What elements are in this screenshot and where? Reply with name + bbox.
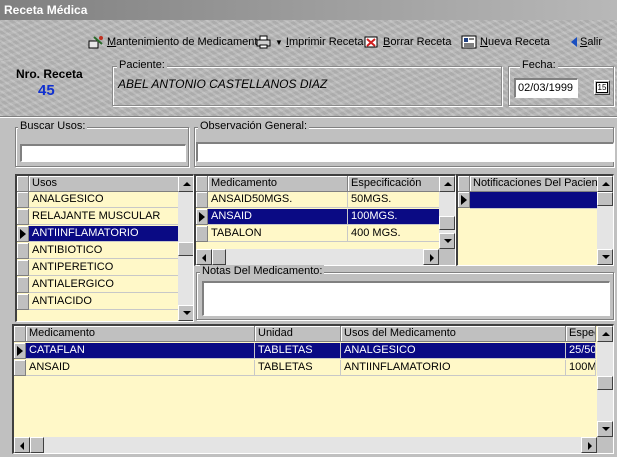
- col-usos-header[interactable]: Usos del Medicamento: [341, 326, 566, 342]
- scroll-down-button[interactable]: [597, 421, 613, 437]
- receta-hscroll[interactable]: [14, 437, 597, 453]
- notas-label: Notas Del Medicamento:: [200, 265, 325, 277]
- observacion-input[interactable]: [196, 142, 614, 162]
- mantenimiento-button[interactable]: Mantenimiento de Medicamentos: [88, 34, 269, 50]
- grid-corner: [14, 326, 26, 342]
- table-row[interactable]: TABALON 400 MGS.: [196, 226, 455, 242]
- scroll-corner: [439, 249, 455, 265]
- notas-textarea[interactable]: [202, 281, 610, 316]
- scroll-up-button[interactable]: [178, 176, 193, 192]
- scroll-thumb[interactable]: [30, 437, 44, 453]
- table-row-selected[interactable]: CATAFLAN TABLETAS ANALGESICO 25/50 M: [14, 343, 613, 359]
- exit-arrow-icon: [571, 37, 577, 47]
- col-medicamento-header[interactable]: Medicamento: [26, 326, 255, 342]
- row-pointer-icon: [14, 343, 26, 359]
- scroll-left-button[interactable]: [196, 249, 212, 265]
- scroll-thumb[interactable]: [212, 249, 226, 265]
- especificacion-header[interactable]: Especificación: [348, 176, 440, 192]
- salir-button[interactable]: Salir: [571, 34, 602, 50]
- row-pointer-icon: [458, 192, 470, 208]
- new-document-icon: [461, 35, 477, 49]
- notificaciones-grid[interactable]: Notificaciones Del Paciente: [456, 174, 614, 266]
- medicamento-grid[interactable]: Medicamento Especificación ANSAID50MGS. 5…: [194, 174, 456, 266]
- fecha-input[interactable]: 02/03/1999: [514, 78, 578, 98]
- buscar-label: Buscar Usos:: [18, 120, 88, 132]
- nro-receta-value: 45: [38, 82, 55, 99]
- nro-receta-label: Nro. Receta: [16, 67, 83, 81]
- grid-corner: [458, 176, 470, 192]
- paciente-value: ABEL ANTONIO CASTELLANOS DIAZ: [118, 77, 328, 91]
- scroll-thumb[interactable]: [439, 216, 455, 230]
- dropdown-arrow-icon: ▼: [275, 37, 283, 47]
- buscar-input[interactable]: [20, 144, 186, 162]
- list-item[interactable]: ANTIALERGICO: [17, 277, 193, 293]
- list-item-selected[interactable]: ANTIINFLAMATORIO: [17, 226, 193, 242]
- scroll-right-button[interactable]: [581, 437, 597, 453]
- toolbar: Mantenimiento de Medicamentos ▼ Imprimir…: [0, 20, 617, 60]
- calendar-button[interactable]: 15: [594, 80, 610, 95]
- list-item[interactable]: ANTIPERETICO: [17, 260, 193, 276]
- list-item[interactable]: RELAJANTE MUSCULAR: [17, 209, 193, 225]
- fecha-label: Fecha:: [520, 59, 558, 71]
- scroll-thumb[interactable]: [178, 242, 193, 256]
- list-item[interactable]: ANTIBIOTICO: [17, 243, 193, 259]
- header-separator: [0, 116, 617, 118]
- grid-corner: [17, 176, 29, 192]
- imprimir-button[interactable]: ▼ Imprimir Receta: [256, 34, 364, 50]
- printer-icon: [256, 35, 272, 49]
- scroll-left-button[interactable]: [14, 437, 30, 453]
- scroll-up-button[interactable]: [597, 326, 613, 342]
- table-row-selected[interactable]: ANSAID 100MGS.: [196, 209, 455, 225]
- grid-corner: [196, 176, 208, 192]
- scroll-corner: [597, 437, 613, 453]
- borrar-button[interactable]: Borrar Receta: [364, 34, 451, 50]
- usos-vscroll[interactable]: [178, 176, 193, 321]
- usos-grid[interactable]: Usos ANALGESICO RELAJANTE MUSCULAR ANTII…: [15, 174, 194, 322]
- window-title: Receta Médica: [4, 3, 88, 17]
- scroll-right-button[interactable]: [423, 249, 439, 265]
- scroll-down-button[interactable]: [439, 233, 455, 249]
- delete-icon: [364, 35, 380, 49]
- window-title-bar: Receta Médica: [0, 0, 617, 20]
- receta-grid[interactable]: Medicamento Unidad Usos del Medicamento …: [12, 324, 614, 454]
- scroll-down-button[interactable]: [178, 305, 193, 321]
- medicamento-hscroll[interactable]: [196, 249, 439, 265]
- scroll-down-button[interactable]: [597, 249, 613, 265]
- usos-header[interactable]: Usos: [29, 176, 179, 192]
- header-panel: Nro. Receta 45 Paciente: ABEL ANTONIO CA…: [0, 59, 617, 116]
- scroll-up-button[interactable]: [439, 176, 455, 192]
- notificaciones-vscroll[interactable]: [597, 176, 613, 265]
- scroll-thumb[interactable]: [597, 376, 613, 390]
- medicamento-header[interactable]: Medicamento: [208, 176, 348, 192]
- receta-vscroll[interactable]: [597, 326, 613, 437]
- col-especif-header[interactable]: Especif: [566, 326, 596, 342]
- observacion-label: Observación General:: [198, 120, 309, 132]
- row-pointer-icon: [196, 209, 208, 225]
- nueva-receta-button[interactable]: Nueva Receta: [461, 34, 550, 50]
- col-unidad-header[interactable]: Unidad: [255, 326, 341, 342]
- scroll-up-button[interactable]: [597, 176, 613, 192]
- list-item[interactable]: ANALGESICO: [17, 192, 193, 208]
- table-row-selected[interactable]: [458, 192, 613, 209]
- row-pointer-icon: [17, 226, 29, 242]
- wrench-medicine-icon: [88, 35, 104, 49]
- list-item[interactable]: ANTIACIDO: [17, 294, 193, 310]
- table-row[interactable]: ANSAID50MGS. 50MGS.: [196, 192, 455, 208]
- table-row[interactable]: ANSAID TABLETAS ANTIINFLAMATORIO 100MG: [14, 360, 613, 376]
- notificaciones-header[interactable]: Notificaciones Del Paciente: [470, 176, 598, 192]
- paciente-label: Paciente:: [117, 59, 167, 71]
- medicamento-vscroll[interactable]: [439, 176, 455, 249]
- calendar-icon: 15: [595, 82, 609, 93]
- scroll-thumb[interactable]: [597, 192, 613, 206]
